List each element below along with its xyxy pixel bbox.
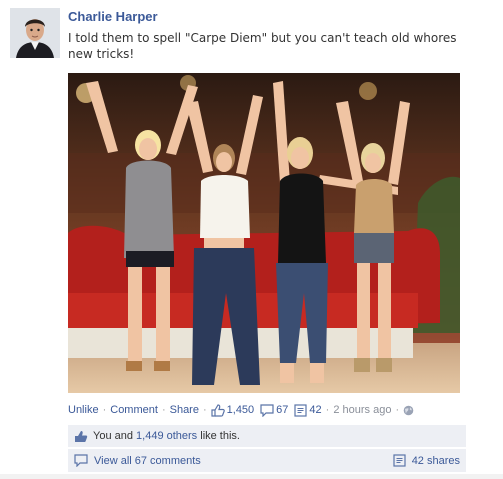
- comments-summary: View all 67 comments 42 shares: [68, 449, 466, 472]
- comment-bubble-icon: [74, 454, 88, 467]
- group-photo-image: [68, 73, 460, 393]
- share-count-button[interactable]: 42: [294, 403, 322, 417]
- like-count: 1,450: [226, 404, 255, 416]
- author-avatar[interactable]: [10, 8, 60, 58]
- like-count-button[interactable]: 1,450: [211, 403, 255, 417]
- share-count: 42: [309, 404, 322, 416]
- likes-others-link[interactable]: 1,449 others: [136, 430, 197, 442]
- likes-summary: You and 1,449 others like this.: [68, 425, 466, 447]
- comment-count-button[interactable]: 67: [260, 403, 289, 417]
- share-doc-icon: [393, 454, 406, 467]
- thumbs-up-icon: [211, 403, 225, 417]
- author-name-link[interactable]: Charlie Harper: [68, 9, 158, 24]
- comment-bubble-icon: [260, 403, 274, 417]
- shares-label: 42 shares: [411, 454, 460, 467]
- thumbs-up-icon: [74, 430, 88, 443]
- separator: ·: [325, 404, 330, 416]
- post-photo[interactable]: [68, 73, 460, 393]
- separator: ·: [395, 404, 400, 416]
- separator: ·: [202, 404, 207, 416]
- shares-link[interactable]: 42 shares: [393, 454, 460, 467]
- post-message: I told them to spell "Carpe Diem" but yo…: [68, 31, 457, 61]
- separator: ·: [102, 404, 107, 416]
- comment-count: 67: [276, 404, 289, 416]
- unlike-link[interactable]: Unlike: [68, 404, 99, 416]
- view-all-comments-label: View all 67 comments: [94, 454, 201, 467]
- share-link[interactable]: Share: [170, 404, 199, 416]
- divider: [0, 474, 503, 479]
- share-doc-icon: [294, 403, 308, 417]
- likes-prefix: You and: [93, 430, 137, 442]
- post-timestamp[interactable]: 2 hours ago: [333, 404, 391, 416]
- likes-suffix: like this.: [197, 430, 240, 442]
- privacy-icon-button[interactable]: [403, 405, 414, 416]
- comment-link[interactable]: Comment: [110, 404, 158, 416]
- view-all-comments-link[interactable]: View all 67 comments: [74, 454, 201, 467]
- post-action-bar: Unlike · Comment · Share · 1,450 67 42 ·…: [68, 402, 488, 418]
- separator: ·: [161, 404, 166, 416]
- globe-icon: [403, 405, 414, 415]
- person-avatar-icon: [10, 8, 60, 58]
